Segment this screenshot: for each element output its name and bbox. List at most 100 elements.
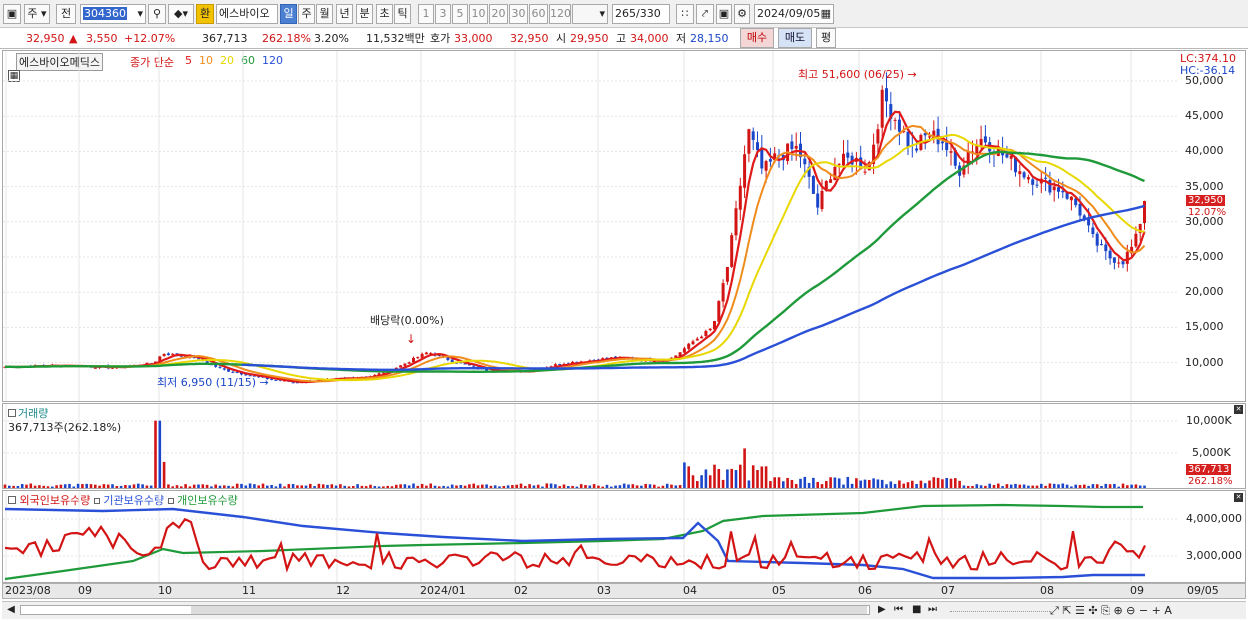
candle-body [399, 365, 403, 368]
volume-bar [691, 475, 695, 488]
period-button-5[interactable]: 초 [376, 4, 393, 24]
market-dropdown[interactable]: 주 ▾ [24, 4, 50, 24]
zoom-in-icon[interactable]: ⊕ [1113, 604, 1122, 617]
minute-option-3[interactable]: 3 [435, 4, 451, 24]
fast-forward-icon[interactable]: ⏭ [928, 603, 942, 617]
chevron-down-icon[interactable]: ▾ [137, 5, 143, 23]
candle-body [407, 362, 411, 364]
minute-custom-select[interactable]: ▾ [572, 4, 608, 24]
volume-bar [941, 479, 944, 488]
window-menu-icon[interactable]: ▣ [3, 4, 21, 24]
minute-option-5[interactable]: 5 [452, 4, 468, 24]
period-button-6[interactable]: 틱 [394, 4, 411, 24]
minus-icon[interactable]: − [1139, 604, 1148, 617]
low-note-text: 최저 6,950 (11/15) [157, 376, 257, 389]
period-button-4[interactable]: 분 [356, 4, 373, 24]
save-icon[interactable]: ▣ [716, 4, 732, 24]
draw-tool-icon[interactable]: ⤤ [696, 4, 714, 24]
minute-option-120[interactable]: 120 [549, 4, 571, 24]
candle-body [403, 363, 407, 366]
volume-chart[interactable] [3, 404, 1177, 488]
vol-tick-10000k: 10,000K [1186, 414, 1232, 427]
count-input[interactable]: 265/330 [612, 4, 670, 24]
candle-body [1061, 190, 1065, 193]
low-price: 28,150 [690, 32, 729, 45]
gear-icon[interactable]: ⚙ [734, 4, 750, 24]
volume-bar [347, 486, 351, 488]
calendar-icon[interactable]: ▦ [821, 5, 831, 23]
scrollbar-track[interactable] [20, 605, 870, 615]
volume-bar [1057, 484, 1060, 488]
candle-body [915, 148, 919, 151]
volume-bar [1027, 485, 1030, 488]
candle-body [450, 359, 454, 363]
volume-bar [425, 485, 428, 488]
minute-option-30[interactable]: 30 [509, 4, 528, 24]
minute-option-10[interactable]: 10 [469, 4, 488, 24]
volume-bar [906, 482, 910, 488]
volume-bar [412, 483, 415, 488]
volume-bar [876, 479, 880, 488]
scroll-right-icon[interactable]: ▶ [878, 603, 892, 617]
stock-code-input[interactable]: 304360 ▾ [80, 4, 146, 24]
buy-button[interactable]: 매수 [740, 28, 774, 48]
scrollbar-thumb[interactable] [191, 606, 867, 614]
link-icon[interactable]: ⎘ [1101, 604, 1110, 617]
search-icon[interactable]: ⚲ [148, 4, 166, 24]
volume-bar [481, 484, 484, 488]
scroll-left-icon[interactable]: ◀ [4, 603, 18, 617]
hide-icon[interactable]: ⇱ [1062, 604, 1071, 617]
minute-option-1[interactable]: 1 [418, 4, 434, 24]
date-field[interactable]: 2024/09/05 ▦ [754, 4, 834, 24]
volume-bar [743, 448, 746, 488]
candle-body [1091, 227, 1095, 234]
volume-bar [205, 484, 209, 488]
sell-button[interactable]: 매도 [778, 28, 812, 48]
plus-icon[interactable]: + [1152, 604, 1161, 617]
volume-bar [3, 484, 7, 488]
period-button-3[interactable]: 년 [336, 4, 353, 24]
x-tick-label: 09 [78, 584, 92, 597]
chart-type-icon[interactable]: ☰ [1075, 604, 1085, 617]
volume-bar [825, 481, 828, 488]
hide-icon[interactable]: ⤢ [1050, 604, 1059, 617]
minute-option-20[interactable]: 20 [489, 4, 508, 24]
minute-option-60[interactable]: 60 [529, 4, 548, 24]
rewind-icon[interactable]: ⏮ [894, 603, 908, 617]
stop-icon[interactable]: ■ [912, 603, 926, 617]
volume-bar [816, 481, 819, 488]
font-size-icon[interactable]: A [1164, 604, 1172, 617]
period-button-0[interactable]: 일 [280, 4, 297, 24]
crosshair-icon[interactable]: ✣ [1088, 604, 1097, 617]
volume-bar [949, 478, 953, 488]
volume-ratio: 262.18% [262, 32, 311, 45]
volume-bar [154, 420, 157, 488]
candle-body [1112, 257, 1116, 263]
current-price: 32,950 [26, 32, 65, 45]
price-chart[interactable] [3, 51, 1177, 401]
volume-bar [502, 485, 506, 488]
period-button-2[interactable]: 월 [316, 4, 333, 24]
grid-icon[interactable]: ∷ [676, 4, 694, 24]
volume-bar [407, 485, 411, 488]
speaker-icon[interactable]: ◆▾ [168, 4, 194, 24]
prev-button[interactable]: 전 [56, 4, 76, 24]
volume-bar [46, 486, 50, 488]
volume-bar [128, 485, 131, 488]
holdings-chart[interactable] [3, 491, 1177, 582]
volume-bar [842, 484, 845, 488]
candle-body [725, 266, 729, 282]
currency-toggle[interactable]: 환 [196, 4, 214, 24]
volume-bar [326, 484, 329, 488]
volume-bar [386, 485, 389, 488]
pyeong-button[interactable]: 평 [816, 28, 836, 48]
volume-bar [175, 485, 179, 488]
volume-bar [343, 485, 346, 488]
hold-tick-4m: 4,000,000 [1186, 512, 1242, 525]
close-pane-icon[interactable]: ✕ [1234, 493, 1243, 502]
zoom-slider[interactable] [950, 611, 1050, 613]
close-pane-icon[interactable]: ✕ [1234, 405, 1243, 414]
zoom-out-icon[interactable]: ⊖ [1126, 604, 1135, 617]
volume-bar [429, 483, 432, 488]
period-button-1[interactable]: 주 [298, 4, 315, 24]
